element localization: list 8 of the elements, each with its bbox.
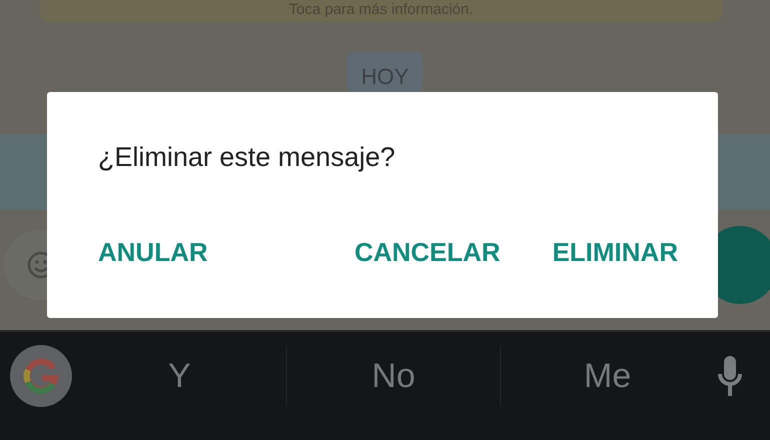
dialog-button[interactable]: CANCELAR xyxy=(354,231,500,274)
google-icon[interactable] xyxy=(9,344,73,408)
word-suggestion[interactable]: Me xyxy=(501,346,714,406)
word-suggestion[interactable]: No xyxy=(287,346,500,406)
word-suggestion[interactable]: Y xyxy=(73,346,286,406)
dialog-button[interactable]: ELIMINAR xyxy=(552,231,678,274)
dialog-button[interactable]: ANULAR xyxy=(98,231,208,274)
dialog-title: ¿Eliminar este mensaje? xyxy=(98,142,396,173)
